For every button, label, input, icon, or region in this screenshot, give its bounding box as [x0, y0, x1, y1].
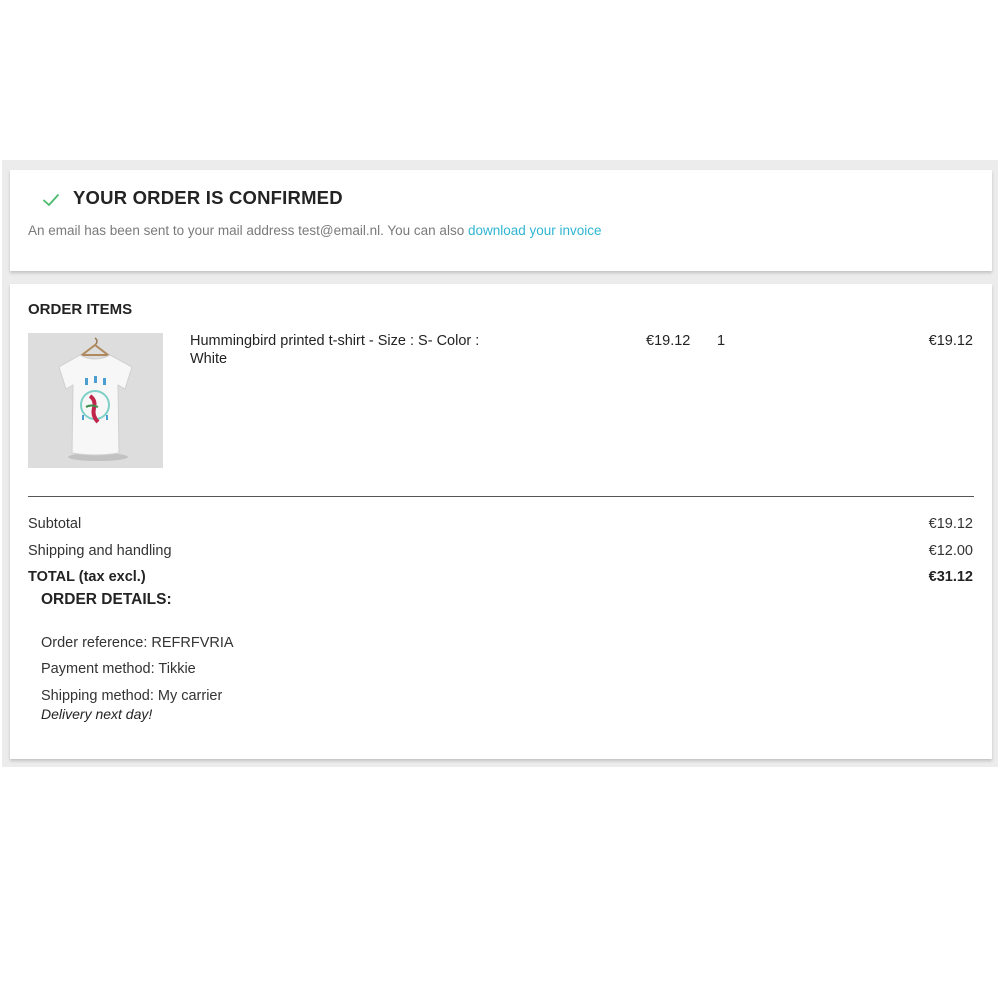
- tshirt-icon: [28, 333, 163, 468]
- total-label: TOTAL (tax excl.): [28, 569, 146, 585]
- shipping-label: Shipping and handling: [28, 543, 172, 559]
- totals-divider: [28, 496, 974, 497]
- shipping-note: Delivery next day!: [41, 706, 153, 722]
- shipping-method: Shipping method: My carrier: [41, 688, 223, 704]
- payment-method: Payment method: Tikkie: [41, 661, 196, 677]
- product-line-total: €19.12: [928, 333, 973, 349]
- product-unit-price: €19.12: [646, 333, 691, 349]
- check-icon: [43, 194, 59, 206]
- product-quantity: 1: [717, 333, 726, 349]
- confirmation-title: YOUR ORDER IS CONFIRMED: [73, 187, 343, 208]
- product-name: Hummingbird printed t-shirt - Size : S- …: [190, 333, 480, 367]
- subtotal-label: Subtotal: [28, 516, 82, 532]
- confirmation-message-text: An email has been sent to your mail addr…: [28, 223, 468, 238]
- subtotal-value: €19.12: [928, 516, 973, 532]
- order-reference: Order reference: REFRFVRIA: [41, 635, 234, 651]
- shipping-value: €12.00: [928, 543, 973, 559]
- product-image[interactable]: [28, 333, 163, 468]
- download-invoice-link[interactable]: download your invoice: [468, 223, 602, 238]
- order-confirmation-card: [10, 170, 992, 271]
- order-details-title: ORDER DETAILS:: [41, 591, 172, 608]
- confirmation-message: An email has been sent to your mail addr…: [28, 223, 602, 238]
- total-value: €31.12: [928, 569, 973, 585]
- order-items-title: ORDER ITEMS: [28, 301, 133, 318]
